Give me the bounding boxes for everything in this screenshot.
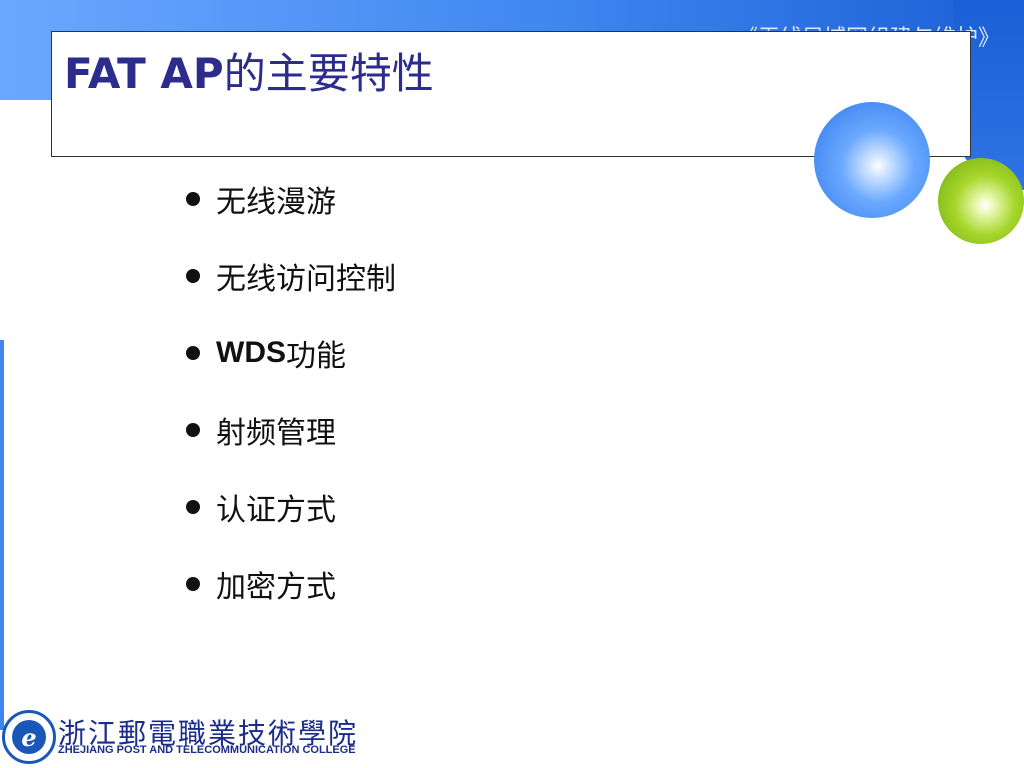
bullet-text: 加密方式 xyxy=(216,569,336,605)
bullet-text: 无线漫游 xyxy=(216,184,336,220)
bullet-item: 无线访问控制 xyxy=(186,237,396,314)
bullet-text: 无线访问控制 xyxy=(216,261,396,297)
bullet-dot-icon xyxy=(186,422,200,437)
bullet-prefix: WDS xyxy=(216,335,286,369)
decorative-green-ball xyxy=(938,158,1024,244)
bullet-dot-icon xyxy=(186,268,200,283)
bullet-item: 认证方式 xyxy=(186,468,396,545)
college-logo: e xyxy=(2,710,56,764)
college-logo-icon: e xyxy=(12,720,46,754)
bullet-item: 无线漫游 xyxy=(186,160,396,237)
bullet-text: 射频管理 xyxy=(216,415,336,451)
slide-title: FAT AP的主要特性 xyxy=(64,40,434,101)
bullet-dot-icon xyxy=(186,191,200,206)
bullet-text: 认证方式 xyxy=(216,492,336,528)
slide-title-latin: FAT AP xyxy=(64,49,224,98)
bullet-item: WDS 功能 xyxy=(186,314,396,391)
bullet-item: 加密方式 xyxy=(186,545,396,622)
bullet-dot-icon xyxy=(186,499,200,514)
decorative-blue-ball xyxy=(814,102,930,218)
bullet-list: 无线漫游 无线访问控制 WDS 功能 射频管理 认证方式 加密方式 xyxy=(186,160,396,622)
bullet-dot-icon xyxy=(186,345,200,360)
bullet-dot-icon xyxy=(186,576,200,591)
bullet-item: 射频管理 xyxy=(186,391,396,468)
college-name-en: ZHEJIANG POST AND TELECOMMUNICATION COLL… xyxy=(58,744,356,756)
slide-title-cn: 的主要特性 xyxy=(223,49,434,98)
left-accent-rule xyxy=(0,340,4,730)
bullet-text: 功能 xyxy=(286,338,346,374)
